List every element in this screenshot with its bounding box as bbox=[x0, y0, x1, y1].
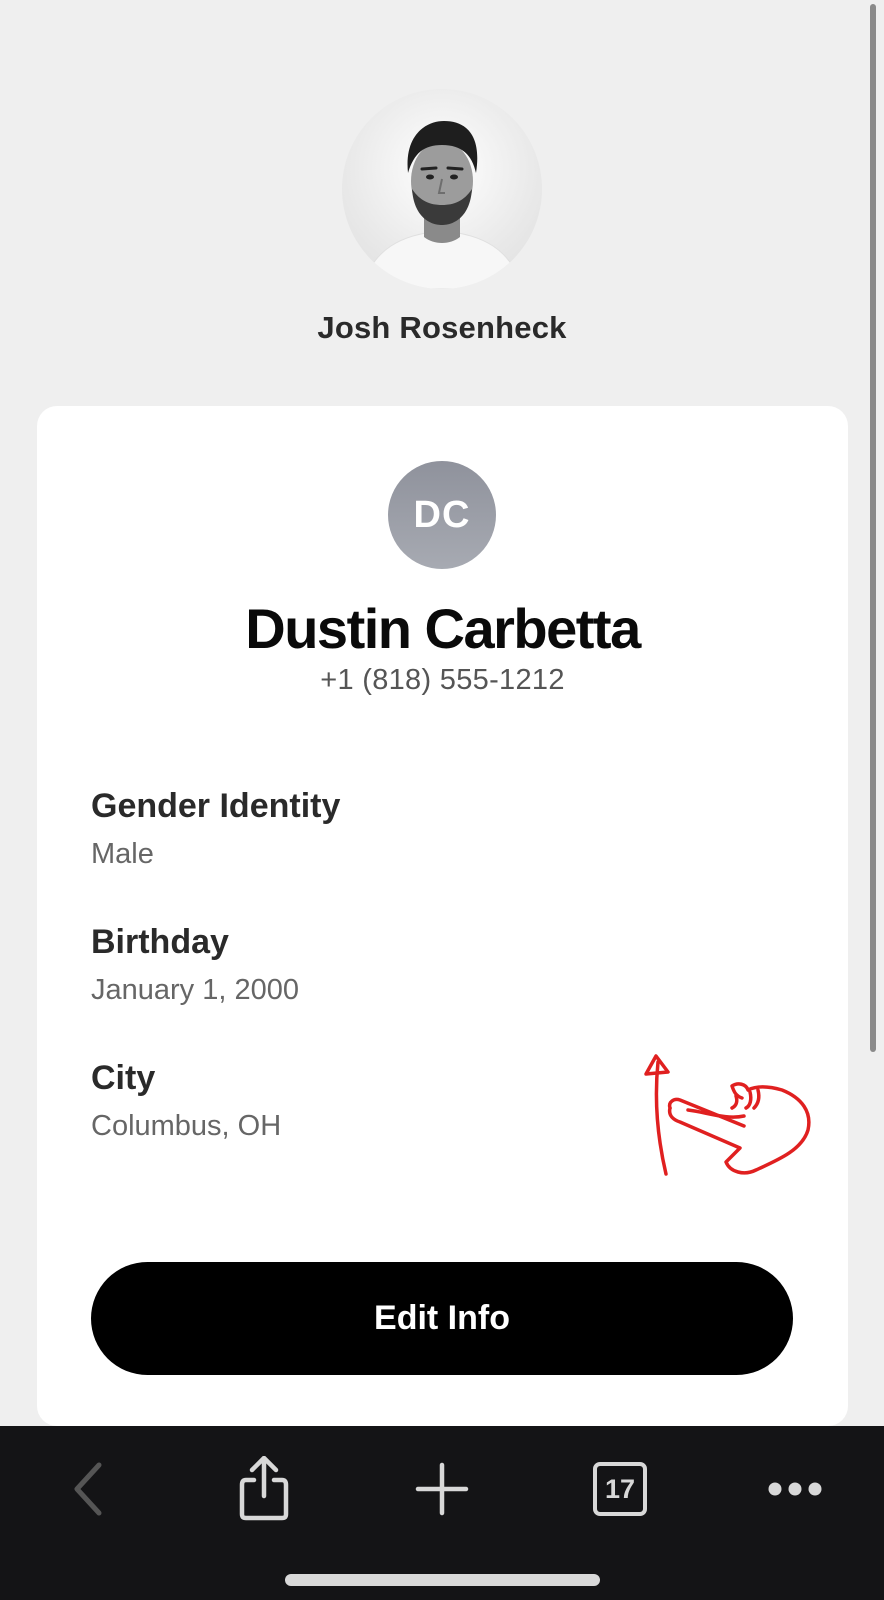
share-button[interactable] bbox=[229, 1454, 299, 1524]
edit-info-button[interactable]: Edit Info bbox=[91, 1262, 793, 1375]
field-label: Gender Identity bbox=[91, 787, 341, 825]
field-label: Birthday bbox=[91, 923, 229, 961]
profile-photo bbox=[342, 89, 542, 289]
more-icon bbox=[768, 1482, 822, 1496]
field-value: January 1, 2000 bbox=[91, 974, 299, 1006]
field-city: City Columbus, OH bbox=[91, 1058, 281, 1146]
contact-phone: +1 (818) 555-1212 bbox=[320, 664, 565, 696]
field-value: Male bbox=[91, 838, 154, 870]
profile-name: Josh Rosenheck bbox=[317, 310, 567, 345]
back-button[interactable] bbox=[54, 1454, 124, 1524]
chevron-left-icon bbox=[74, 1462, 102, 1516]
swipe-up-hand-icon bbox=[640, 1050, 830, 1195]
tabs-count: 17 bbox=[604, 1473, 636, 1504]
contact-card: DC Dustin Carbetta +1 (818) 555-1212 Gen… bbox=[37, 406, 848, 1426]
field-value: Columbus, OH bbox=[91, 1110, 282, 1142]
home-indicator[interactable] bbox=[285, 1574, 600, 1586]
initials-avatar: DC bbox=[388, 461, 496, 569]
more-button[interactable] bbox=[760, 1454, 830, 1524]
share-icon bbox=[239, 1456, 289, 1521]
field-label: City bbox=[91, 1059, 156, 1097]
plus-icon bbox=[415, 1462, 469, 1516]
field-gender-identity: Gender Identity Male bbox=[91, 786, 340, 874]
scrollbar[interactable] bbox=[870, 4, 876, 1052]
field-birthday: Birthday January 1, 2000 bbox=[91, 922, 299, 1010]
new-tab-button[interactable] bbox=[407, 1454, 477, 1524]
tabs-button[interactable]: 17 bbox=[585, 1454, 655, 1524]
contact-name: Dustin Carbetta bbox=[245, 597, 641, 660]
